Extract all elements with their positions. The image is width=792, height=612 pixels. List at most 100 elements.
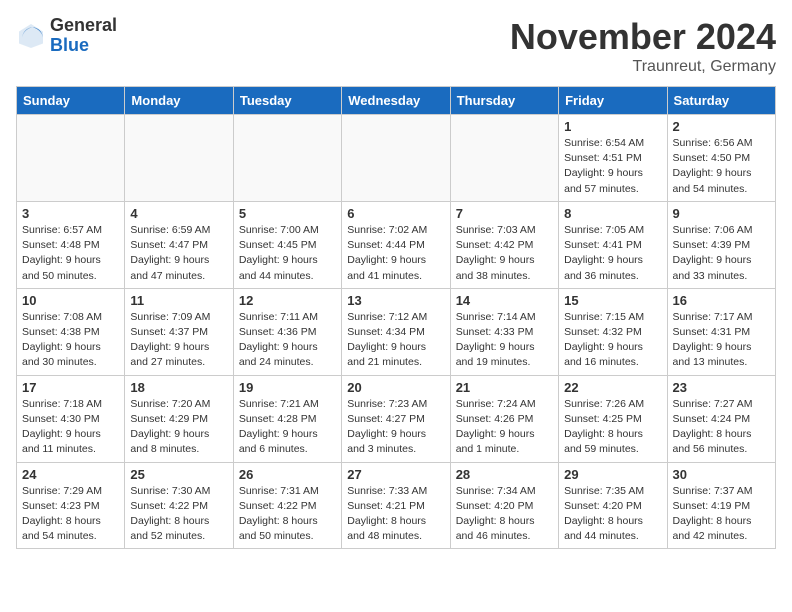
- week-row-2: 3 Sunrise: 6:57 AM Sunset: 4:48 PM Daylig…: [17, 201, 776, 288]
- day-number: 4: [130, 206, 227, 221]
- day-cell: 20 Sunrise: 7:23 AM Sunset: 4:27 PM Dayli…: [342, 375, 450, 462]
- day-info: Sunrise: 7:17 AM Sunset: 4:31 PM Dayligh…: [673, 310, 770, 371]
- day-number: 23: [673, 380, 770, 395]
- day-info: Sunrise: 6:57 AM Sunset: 4:48 PM Dayligh…: [22, 223, 119, 284]
- day-number: 22: [564, 380, 661, 395]
- day-info: Sunrise: 6:54 AM Sunset: 4:51 PM Dayligh…: [564, 136, 661, 197]
- day-info: Sunrise: 7:31 AM Sunset: 4:22 PM Dayligh…: [239, 484, 336, 545]
- day-info: Sunrise: 7:11 AM Sunset: 4:36 PM Dayligh…: [239, 310, 336, 371]
- day-info: Sunrise: 7:27 AM Sunset: 4:24 PM Dayligh…: [673, 397, 770, 458]
- day-cell: 30 Sunrise: 7:37 AM Sunset: 4:19 PM Dayli…: [667, 462, 775, 549]
- day-number: 20: [347, 380, 444, 395]
- day-cell: 15 Sunrise: 7:15 AM Sunset: 4:32 PM Dayli…: [559, 288, 667, 375]
- day-number: 17: [22, 380, 119, 395]
- day-cell: 26 Sunrise: 7:31 AM Sunset: 4:22 PM Dayli…: [233, 462, 341, 549]
- day-info: Sunrise: 6:59 AM Sunset: 4:47 PM Dayligh…: [130, 223, 227, 284]
- day-cell: 18 Sunrise: 7:20 AM Sunset: 4:29 PM Dayli…: [125, 375, 233, 462]
- day-number: 26: [239, 467, 336, 482]
- day-cell: [342, 115, 450, 202]
- day-number: 24: [22, 467, 119, 482]
- day-info: Sunrise: 7:12 AM Sunset: 4:34 PM Dayligh…: [347, 310, 444, 371]
- day-info: Sunrise: 7:26 AM Sunset: 4:25 PM Dayligh…: [564, 397, 661, 458]
- day-info: Sunrise: 7:03 AM Sunset: 4:42 PM Dayligh…: [456, 223, 553, 284]
- day-number: 19: [239, 380, 336, 395]
- week-row-1: 1Sunrise: 6:54 AM Sunset: 4:51 PM Daylig…: [17, 115, 776, 202]
- calendar-table: SundayMondayTuesdayWednesdayThursdayFrid…: [16, 86, 776, 549]
- day-number: 15: [564, 293, 661, 308]
- day-number: 16: [673, 293, 770, 308]
- day-cell: 10Sunrise: 7:08 AM Sunset: 4:38 PM Dayli…: [17, 288, 125, 375]
- day-number: 18: [130, 380, 227, 395]
- day-info: Sunrise: 7:20 AM Sunset: 4:29 PM Dayligh…: [130, 397, 227, 458]
- header-cell-wednesday: Wednesday: [342, 87, 450, 115]
- day-number: 12: [239, 293, 336, 308]
- location: Traunreut, Germany: [510, 58, 776, 76]
- day-info: Sunrise: 7:23 AM Sunset: 4:27 PM Dayligh…: [347, 397, 444, 458]
- day-cell: 22 Sunrise: 7:26 AM Sunset: 4:25 PM Dayli…: [559, 375, 667, 462]
- day-cell: 29 Sunrise: 7:35 AM Sunset: 4:20 PM Dayli…: [559, 462, 667, 549]
- day-cell: [125, 115, 233, 202]
- day-number: 9: [673, 206, 770, 221]
- week-row-5: 24 Sunrise: 7:29 AM Sunset: 4:23 PM Dayli…: [17, 462, 776, 549]
- day-cell: [17, 115, 125, 202]
- day-info: Sunrise: 7:29 AM Sunset: 4:23 PM Dayligh…: [22, 484, 119, 545]
- day-cell: 27 Sunrise: 7:33 AM Sunset: 4:21 PM Dayli…: [342, 462, 450, 549]
- day-cell: 19 Sunrise: 7:21 AM Sunset: 4:28 PM Dayli…: [233, 375, 341, 462]
- day-info: Sunrise: 7:33 AM Sunset: 4:21 PM Dayligh…: [347, 484, 444, 545]
- week-row-3: 10Sunrise: 7:08 AM Sunset: 4:38 PM Dayli…: [17, 288, 776, 375]
- day-cell: 14 Sunrise: 7:14 AM Sunset: 4:33 PM Dayli…: [450, 288, 558, 375]
- day-number: 21: [456, 380, 553, 395]
- day-cell: 28Sunrise: 7:34 AM Sunset: 4:20 PM Dayli…: [450, 462, 558, 549]
- day-number: 28: [456, 467, 553, 482]
- header-cell-tuesday: Tuesday: [233, 87, 341, 115]
- logo-text: General Blue: [50, 16, 117, 56]
- day-cell: [450, 115, 558, 202]
- day-number: 2: [673, 119, 770, 134]
- day-number: 6: [347, 206, 444, 221]
- day-number: 3: [22, 206, 119, 221]
- day-info: Sunrise: 7:37 AM Sunset: 4:19 PM Dayligh…: [673, 484, 770, 545]
- day-cell: 21 Sunrise: 7:24 AM Sunset: 4:26 PM Dayli…: [450, 375, 558, 462]
- header-cell-sunday: Sunday: [17, 87, 125, 115]
- page-header: General Blue November 2024 Traunreut, Ge…: [16, 16, 776, 76]
- day-cell: 1Sunrise: 6:54 AM Sunset: 4:51 PM Daylig…: [559, 115, 667, 202]
- day-cell: 2 Sunrise: 6:56 AM Sunset: 4:50 PM Daylig…: [667, 115, 775, 202]
- header-cell-friday: Friday: [559, 87, 667, 115]
- day-info: Sunrise: 7:08 AM Sunset: 4:38 PM Dayligh…: [22, 310, 119, 371]
- day-cell: 8Sunrise: 7:05 AM Sunset: 4:41 PM Daylig…: [559, 201, 667, 288]
- month-title: November 2024: [510, 16, 776, 58]
- day-number: 11: [130, 293, 227, 308]
- day-cell: 7Sunrise: 7:03 AM Sunset: 4:42 PM Daylig…: [450, 201, 558, 288]
- logo-icon: [16, 21, 46, 51]
- day-number: 30: [673, 467, 770, 482]
- day-number: 14: [456, 293, 553, 308]
- day-info: Sunrise: 6:56 AM Sunset: 4:50 PM Dayligh…: [673, 136, 770, 197]
- day-info: Sunrise: 7:15 AM Sunset: 4:32 PM Dayligh…: [564, 310, 661, 371]
- day-number: 5: [239, 206, 336, 221]
- header-cell-thursday: Thursday: [450, 87, 558, 115]
- day-cell: 6 Sunrise: 7:02 AM Sunset: 4:44 PM Daylig…: [342, 201, 450, 288]
- day-info: Sunrise: 7:09 AM Sunset: 4:37 PM Dayligh…: [130, 310, 227, 371]
- day-info: Sunrise: 7:21 AM Sunset: 4:28 PM Dayligh…: [239, 397, 336, 458]
- day-info: Sunrise: 7:14 AM Sunset: 4:33 PM Dayligh…: [456, 310, 553, 371]
- header-row: SundayMondayTuesdayWednesdayThursdayFrid…: [17, 87, 776, 115]
- day-cell: 25Sunrise: 7:30 AM Sunset: 4:22 PM Dayli…: [125, 462, 233, 549]
- week-row-4: 17 Sunrise: 7:18 AM Sunset: 4:30 PM Dayli…: [17, 375, 776, 462]
- day-info: Sunrise: 7:06 AM Sunset: 4:39 PM Dayligh…: [673, 223, 770, 284]
- day-number: 29: [564, 467, 661, 482]
- day-number: 27: [347, 467, 444, 482]
- day-cell: [233, 115, 341, 202]
- day-info: Sunrise: 7:05 AM Sunset: 4:41 PM Dayligh…: [564, 223, 661, 284]
- day-number: 13: [347, 293, 444, 308]
- title-block: November 2024 Traunreut, Germany: [510, 16, 776, 76]
- day-cell: 11 Sunrise: 7:09 AM Sunset: 4:37 PM Dayli…: [125, 288, 233, 375]
- day-cell: 16 Sunrise: 7:17 AM Sunset: 4:31 PM Dayli…: [667, 288, 775, 375]
- day-info: Sunrise: 7:24 AM Sunset: 4:26 PM Dayligh…: [456, 397, 553, 458]
- day-info: Sunrise: 7:18 AM Sunset: 4:30 PM Dayligh…: [22, 397, 119, 458]
- day-info: Sunrise: 7:35 AM Sunset: 4:20 PM Dayligh…: [564, 484, 661, 545]
- logo-general-text: General: [50, 16, 117, 36]
- day-cell: 5Sunrise: 7:00 AM Sunset: 4:45 PM Daylig…: [233, 201, 341, 288]
- day-info: Sunrise: 7:02 AM Sunset: 4:44 PM Dayligh…: [347, 223, 444, 284]
- day-cell: 17 Sunrise: 7:18 AM Sunset: 4:30 PM Dayli…: [17, 375, 125, 462]
- logo-blue-text: Blue: [50, 36, 117, 56]
